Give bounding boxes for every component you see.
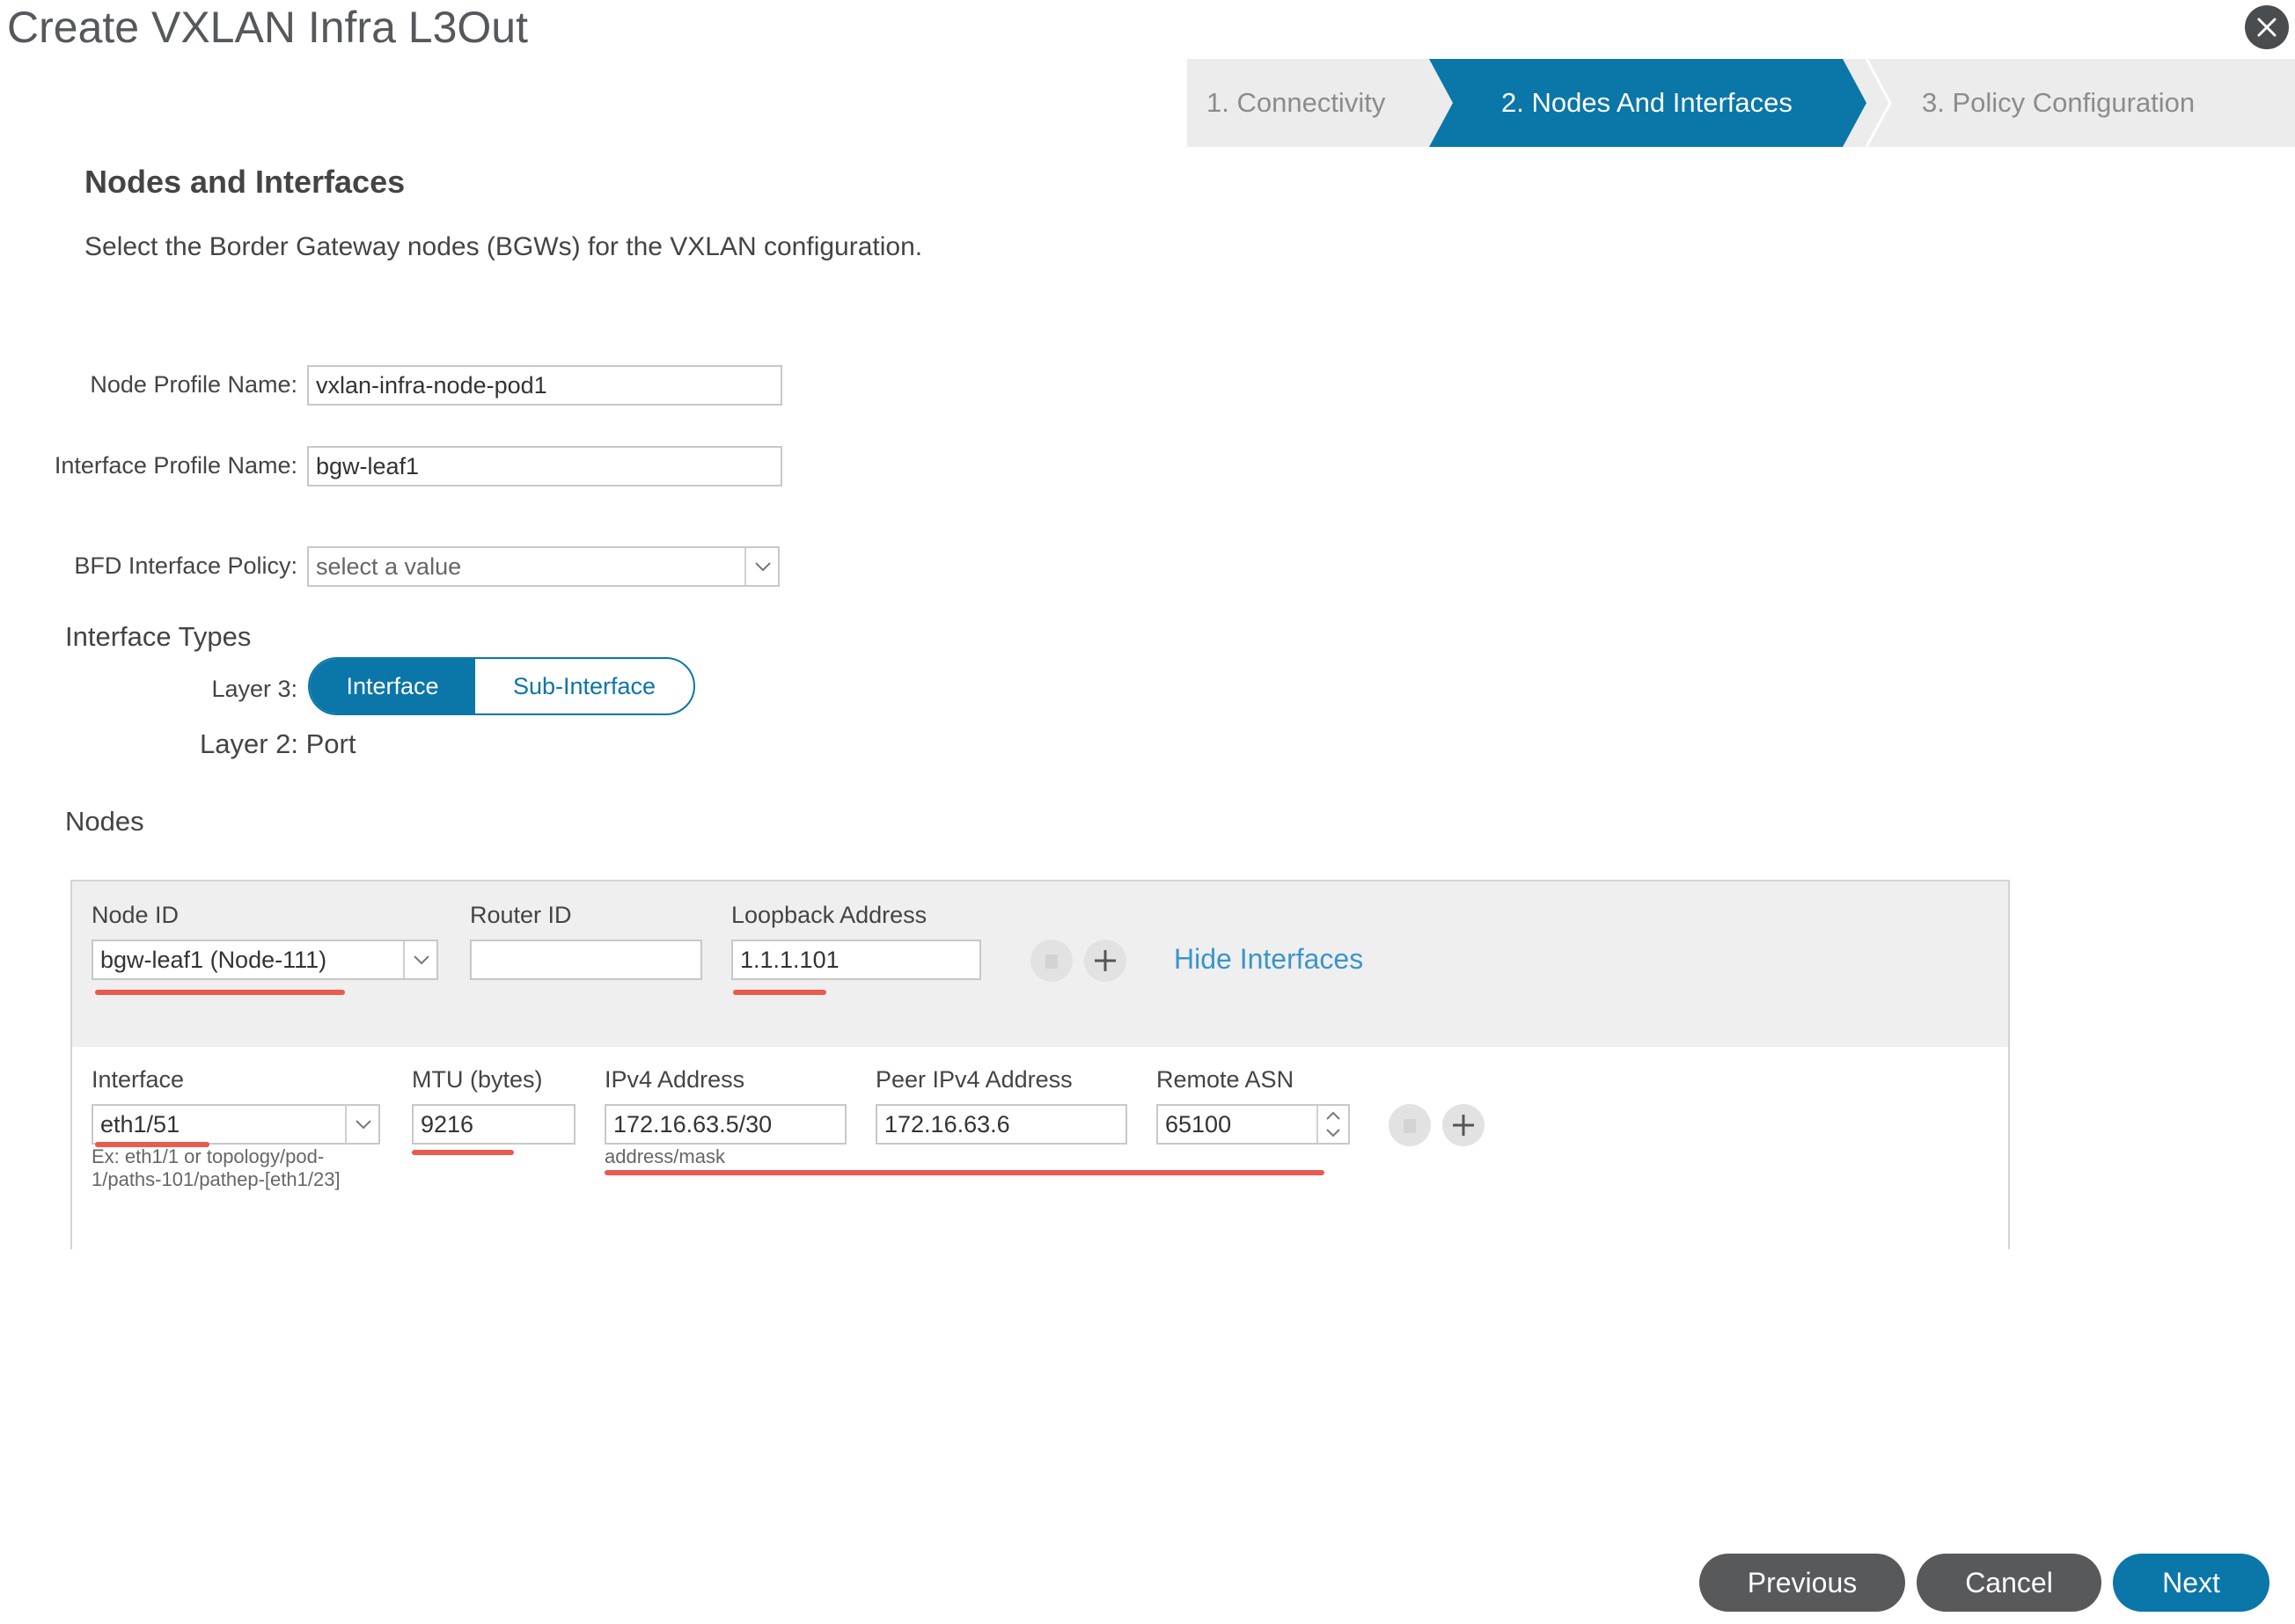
remote-asn-spinner[interactable]: [1316, 1106, 1348, 1143]
ipv4-header: IPv4 Address: [605, 1066, 745, 1093]
node-id-select[interactable]: bgw-leaf1 (Node-111): [92, 940, 438, 980]
mtu-header: MTU (bytes): [412, 1066, 543, 1093]
next-button[interactable]: Next: [2113, 1554, 2269, 1612]
add-interface-button[interactable]: [1442, 1104, 1485, 1146]
bfd-policy-label: BFD Interface Policy:: [74, 552, 297, 579]
bfd-policy-dropdown[interactable]: [744, 548, 778, 585]
wizard-step-connectivity[interactable]: 1. Connectivity: [1206, 59, 1385, 147]
chevron-down-icon: [356, 1120, 371, 1130]
section-heading: Nodes and Interfaces: [84, 164, 406, 200]
remote-asn-stepper[interactable]: 65100: [1156, 1104, 1350, 1145]
wizard-step-policy-configuration[interactable]: 3. Policy Configuration: [1922, 59, 2195, 147]
wizard-steps: 1. Connectivity 2. Nodes And Interfaces …: [1187, 59, 2295, 147]
interface-hint-line2: 1/paths-101/pathep-[eth1/23]: [92, 1168, 341, 1190]
loopback-highlight: [733, 990, 826, 995]
mtu-input[interactable]: 9216: [412, 1104, 576, 1145]
loopback-input[interactable]: 1.1.1.101: [731, 940, 981, 980]
hide-interfaces-link[interactable]: Hide Interfaces: [1174, 943, 1363, 976]
close-icon: [2257, 18, 2277, 37]
node-id-dropdown[interactable]: [403, 941, 436, 978]
layer3-segmented-control: Interface Sub-Interface: [308, 657, 695, 715]
section-description: Select the Border Gateway nodes (BGWs) f…: [84, 232, 923, 261]
close-button[interactable]: [2245, 5, 2289, 49]
cancel-button[interactable]: Cancel: [1917, 1554, 2101, 1612]
interface-hint-line1: Ex: eth1/1 or topology/pod-: [92, 1145, 325, 1167]
node-id-highlight: [95, 990, 345, 995]
peer-ipv4-input[interactable]: 172.16.63.6: [876, 1104, 1127, 1145]
node-id-header: Node ID: [92, 902, 180, 928]
node-id-value: bgw-leaf1 (Node-111): [100, 947, 327, 973]
add-node-button[interactable]: [1084, 940, 1126, 982]
interface-types-heading: Interface Types: [65, 621, 252, 652]
plus-icon: [1095, 950, 1116, 971]
peer-ipv4-header: Peer IPv4 Address: [876, 1066, 1073, 1093]
dialog-title: Create VXLAN Infra L3Out: [7, 3, 528, 52]
wizard-step-nodes-interfaces[interactable]: 2. Nodes And Interfaces: [1501, 59, 1793, 147]
interface-profile-input[interactable]: bgw-leaf1: [307, 446, 782, 486]
loopback-header: Loopback Address: [731, 902, 928, 928]
layer2-text: Layer 2: Port: [200, 728, 356, 759]
interface-select[interactable]: eth1/51: [92, 1104, 380, 1145]
interface-profile-label: Interface Profile Name:: [54, 452, 297, 479]
nodes-heading: Nodes: [65, 806, 144, 837]
delete-interface-button[interactable]: [1389, 1104, 1431, 1146]
interface-header: Interface: [92, 1066, 185, 1093]
chevron-down-icon: [755, 562, 771, 572]
addresses-highlight: [605, 1170, 1324, 1175]
chevron-down-icon: [414, 955, 429, 965]
plus-icon: [1453, 1115, 1474, 1136]
mtu-highlight: [412, 1150, 514, 1155]
interface-dropdown[interactable]: [345, 1106, 378, 1143]
trash-icon: [1404, 1119, 1416, 1133]
previous-button[interactable]: Previous: [1699, 1554, 1905, 1612]
remote-asn-value: 65100: [1165, 1111, 1232, 1138]
node-profile-label: Node Profile Name:: [90, 371, 297, 398]
chevron-down-icon[interactable]: [1324, 1127, 1342, 1139]
ipv4-hint: address/mask: [605, 1145, 725, 1167]
layer3-label: Layer 3:: [211, 676, 297, 702]
router-id-input[interactable]: [470, 940, 702, 980]
bfd-policy-select[interactable]: select a value: [307, 546, 780, 587]
delete-node-button[interactable]: [1030, 940, 1073, 982]
node-profile-input[interactable]: vxlan-infra-node-pod1: [307, 365, 782, 406]
layer3-option-interface[interactable]: Interface: [310, 659, 475, 713]
trash-icon: [1045, 955, 1058, 969]
layer3-option-sub-interface[interactable]: Sub-Interface: [475, 659, 693, 713]
interface-value: eth1/51: [100, 1111, 180, 1138]
ipv4-input[interactable]: 172.16.63.5/30: [605, 1104, 847, 1145]
bfd-policy-placeholder: select a value: [316, 553, 462, 580]
router-id-header: Router ID: [470, 902, 572, 928]
chevron-up-icon[interactable]: [1324, 1109, 1342, 1122]
remote-asn-header: Remote ASN: [1156, 1066, 1294, 1093]
